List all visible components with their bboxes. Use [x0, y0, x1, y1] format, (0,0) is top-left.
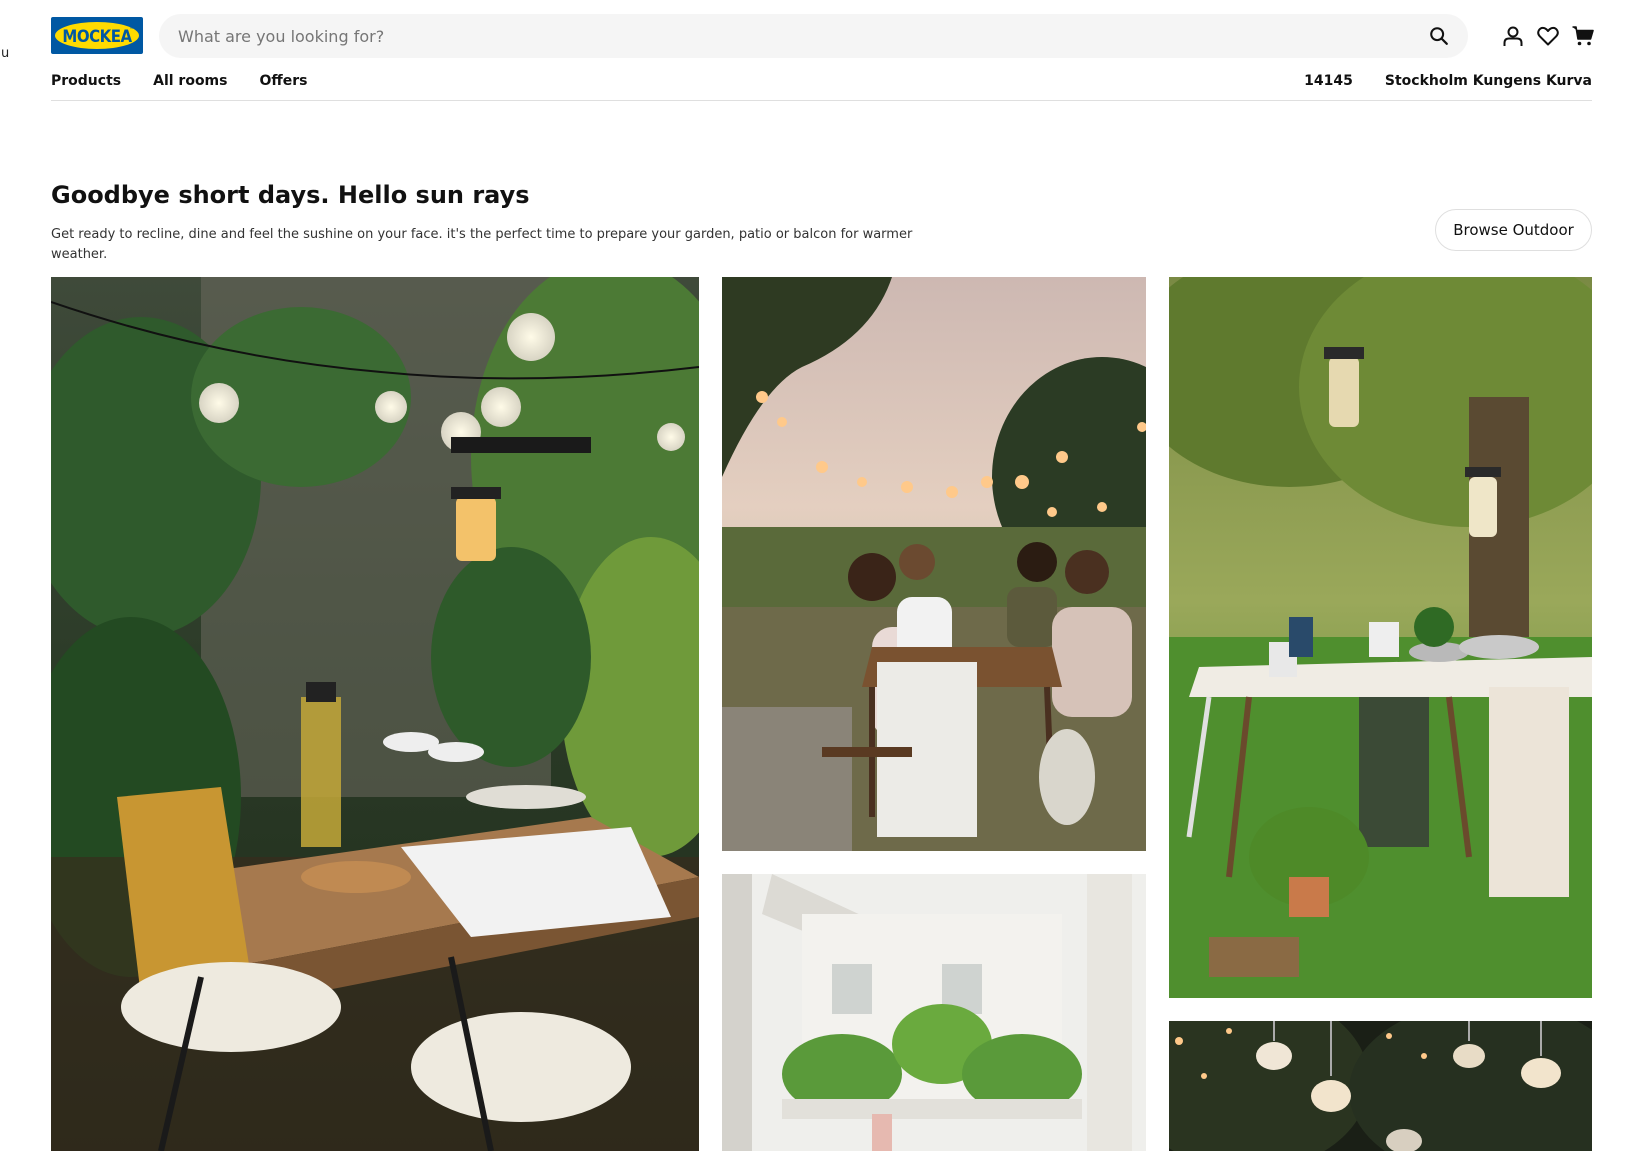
patio-string-lights-image[interactable]	[51, 277, 699, 1151]
logo-text: MOCKEA	[62, 25, 132, 46]
site-header: MOCKEA ® Products All rooms Offers 14145…	[0, 0, 1637, 102]
brand-logo[interactable]: MOCKEA ®	[51, 17, 143, 54]
cart-icon[interactable]	[1571, 24, 1595, 48]
page-subtitle: Get ready to recline, dine and feel the …	[51, 227, 913, 262]
page-title: Goodbye short days. Hello sun rays	[51, 181, 530, 209]
store-postcode[interactable]: 14145	[1304, 73, 1353, 89]
logo-registered-mark: ®	[129, 24, 135, 31]
hanging-lamps-image[interactable]	[1169, 1021, 1592, 1151]
user-icon[interactable]	[1501, 24, 1525, 48]
store-name[interactable]: Stockholm Kungens Kurva	[1385, 73, 1592, 89]
balcony-plants-image[interactable]	[722, 874, 1146, 1151]
search-bar	[159, 14, 1468, 58]
heart-icon[interactable]	[1536, 24, 1560, 48]
nav-all-rooms[interactable]: All rooms	[153, 73, 227, 89]
search-icon[interactable]	[1428, 25, 1450, 47]
store-selector: 14145 Stockholm Kungens Kurva	[1304, 73, 1592, 89]
outdoor-dinner-image[interactable]	[722, 277, 1146, 851]
search-input[interactable]	[159, 26, 1359, 46]
header-divider	[51, 100, 1592, 101]
main-nav: Products All rooms Offers	[51, 73, 307, 89]
logo-oval: MOCKEA ®	[55, 22, 139, 49]
nav-products[interactable]: Products	[51, 73, 121, 89]
nav-offers[interactable]: Offers	[259, 73, 307, 89]
garden-table-image[interactable]	[1169, 277, 1592, 998]
browse-outdoor-button[interactable]: Browse Outdoor	[1435, 209, 1592, 251]
